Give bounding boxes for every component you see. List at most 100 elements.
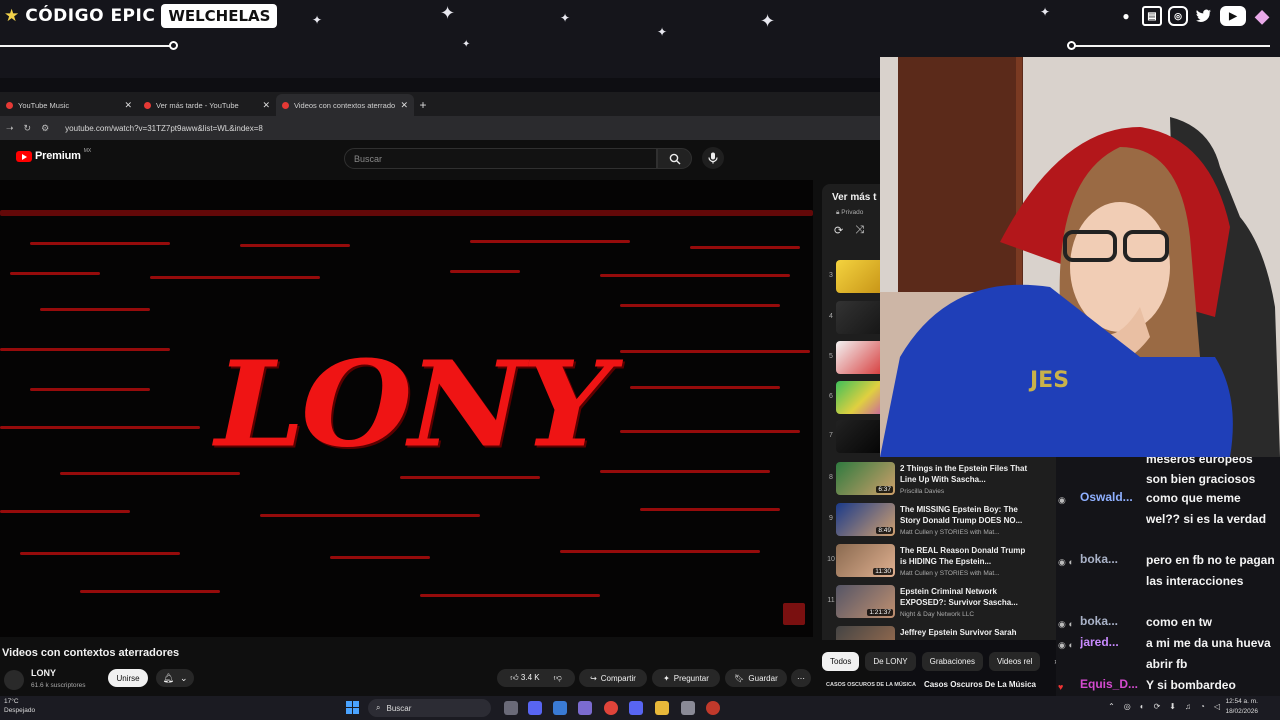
discord-icon[interactable] xyxy=(629,701,643,715)
like-count: 3.4 K xyxy=(520,673,540,682)
playlist-item[interactable]: Jeffrey Epstein Survivor Sarah xyxy=(822,624,1058,640)
loop-icon[interactable]: ⟳ xyxy=(834,224,843,237)
thumbnail: 6:37 xyxy=(836,462,895,495)
item-number: 10 xyxy=(827,556,835,563)
chat-username[interactable]: boka... xyxy=(1080,614,1140,628)
ask-button[interactable]: ✦ Preguntar xyxy=(652,669,720,687)
close-icon[interactable]: ✕ xyxy=(400,100,408,111)
playlist-item[interactable]: 11 1:21:37 Epstein Criminal Network EXPO… xyxy=(822,583,1058,623)
item-title: The REAL Reason Donald Trump is HIDING T… xyxy=(900,546,1026,566)
tray-icon[interactable]: ◎ xyxy=(1124,702,1131,711)
browser-tab[interactable]: YouTube Music ✕ xyxy=(0,94,138,116)
star-icon: ★ xyxy=(4,6,20,25)
divider xyxy=(1072,45,1270,47)
wifi-icon[interactable]: ◔ xyxy=(1200,702,1205,711)
gem-icon: ◆ xyxy=(1255,5,1269,26)
playlist-item[interactable]: 9 8:49 The MISSING Epstein Boy: The Stor… xyxy=(822,501,1058,541)
save-button[interactable]: 🔖︎ Guardar xyxy=(725,669,787,687)
chip-all[interactable]: Todos xyxy=(822,652,860,671)
tray-icon[interactable]: ◐ xyxy=(1140,702,1145,711)
glitch-line xyxy=(620,430,800,433)
video-overlay-title: LONY xyxy=(215,336,613,474)
share-button[interactable]: ↪ Compartir xyxy=(579,669,647,687)
chrome-icon[interactable] xyxy=(604,701,618,715)
glitch-line xyxy=(600,470,770,473)
new-tab-button[interactable]: + xyxy=(414,94,432,116)
dislike-button[interactable]: 👎︎ xyxy=(554,673,562,683)
close-icon[interactable]: ✕ xyxy=(124,100,132,111)
reload-icon[interactable]: ↻ xyxy=(24,123,32,134)
chip-related[interactable]: Videos rel xyxy=(988,652,1041,671)
weather-widget[interactable]: 17°C Despejado xyxy=(4,697,35,715)
tray-icon[interactable]: ⟳ xyxy=(1154,702,1161,711)
item-channel: Night & Day Network LLC xyxy=(900,611,975,618)
tray-icon[interactable]: ♫ xyxy=(1185,702,1191,711)
youtube-music-favicon-icon xyxy=(6,101,13,109)
search-button[interactable] xyxy=(657,148,692,169)
bookmark-icon: 🔖︎ xyxy=(734,673,745,683)
svg-text:JES: JES xyxy=(1028,368,1069,393)
glitch-line xyxy=(690,246,800,249)
playlist-item[interactable]: 8 6:37 2 Things in the Epstein Files Tha… xyxy=(822,460,1058,500)
playlist-controls: ⟳ ⤨ xyxy=(834,224,864,237)
app-icon[interactable] xyxy=(553,701,567,715)
glitch-line xyxy=(0,210,813,216)
chat-badge-icon: ◉ ◐ xyxy=(1058,640,1074,650)
glitch-line xyxy=(0,426,200,429)
browser-tab-active[interactable]: Videos con contextos aterrado ✕ xyxy=(276,94,414,116)
voice-search-button[interactable] xyxy=(702,147,724,169)
related-video[interactable]: CASOS OSCUROS DE LA MÚSICA Casos Oscuros… xyxy=(826,680,1036,689)
taskbar-search[interactable]: ⌕ Buscar xyxy=(368,699,491,717)
playlist-item[interactable]: 10 11:30 The REAL Reason Donald Trump is… xyxy=(822,542,1058,582)
chat-username[interactable]: boka... xyxy=(1080,552,1140,566)
item-number: 3 xyxy=(829,272,833,279)
video-player[interactable]: LONY xyxy=(0,180,813,637)
subscribed-notifications-button[interactable]: 🔔︎ ⌄ xyxy=(156,669,194,687)
speaker-icon[interactable]: ◁ xyxy=(1214,702,1220,711)
chat-username[interactable]: Oswald... xyxy=(1080,490,1140,504)
channel-name[interactable]: LONY xyxy=(31,668,56,678)
app-icon[interactable] xyxy=(706,701,720,715)
shuffle-icon[interactable]: ⤨ xyxy=(855,224,864,237)
clock-date: 18/02/2026 xyxy=(1225,708,1258,715)
glitch-line xyxy=(330,556,430,559)
like-button[interactable]: 👍︎ 3.4 K xyxy=(510,673,539,683)
more-actions-button[interactable]: ⋯ xyxy=(791,669,811,687)
sparkle-icon: ✦ xyxy=(1040,5,1051,19)
avatar[interactable] xyxy=(4,670,24,690)
task-view-icon[interactable] xyxy=(504,701,518,715)
search-input[interactable]: Buscar xyxy=(344,148,657,169)
sparkle-icon: ✦ xyxy=(312,13,323,27)
chevron-up-icon[interactable]: ⌃ xyxy=(1108,702,1115,711)
glitch-line xyxy=(150,276,320,279)
settings-icon[interactable] xyxy=(578,701,592,715)
search-icon: ⌕ xyxy=(376,703,381,712)
join-button[interactable]: Unirse xyxy=(108,669,148,687)
chat-username[interactable]: jared... xyxy=(1080,635,1140,649)
instagram-icon: ◎ xyxy=(1168,6,1188,26)
app-icon[interactable] xyxy=(528,701,542,715)
system-tray: ⌃ ◎ ◐ ⟳ ⬇ ♫ ◔ ◁ xyxy=(1108,702,1220,711)
folder-icon[interactable] xyxy=(655,701,669,715)
chip-recordings[interactable]: Grabaciones xyxy=(921,652,983,671)
chat-text: Y si bombardeo musica we? xyxy=(1146,678,1236,692)
site-info-icon[interactable]: ⚙ xyxy=(41,123,49,134)
close-icon[interactable]: ✕ xyxy=(262,100,270,111)
youtube-premium-logo[interactable]: Premium MX xyxy=(16,148,91,162)
url-field[interactable]: youtube.com/watch?v=31TZ7pt9aww&list=WL&… xyxy=(65,124,263,133)
playlist-title[interactable]: Ver más t xyxy=(832,192,876,203)
item-number: 8 xyxy=(829,474,833,481)
browser-tab[interactable]: Ver más tarde - YouTube ✕ xyxy=(138,94,276,116)
item-channel: Priscilla Davies xyxy=(900,488,945,495)
app-icon[interactable] xyxy=(681,701,695,715)
taskbar-clock[interactable]: 12:54 a. m. 18/02/2026 xyxy=(1225,697,1258,717)
chat-username[interactable]: Equis_D... xyxy=(1080,677,1140,691)
item-number: 5 xyxy=(829,353,833,360)
windows-start-icon[interactable] xyxy=(346,701,359,714)
streamer-camera-image: JES xyxy=(880,57,1280,457)
chip-from-channel[interactable]: De LONY xyxy=(865,652,916,671)
channel-watermark-icon[interactable] xyxy=(783,603,805,625)
tray-icon[interactable]: ⬇ xyxy=(1169,702,1176,711)
forward-icon[interactable]: ➝ xyxy=(6,123,14,134)
related-filter-chips: Todos De LONY Grabaciones Videos rel › xyxy=(822,652,1065,671)
